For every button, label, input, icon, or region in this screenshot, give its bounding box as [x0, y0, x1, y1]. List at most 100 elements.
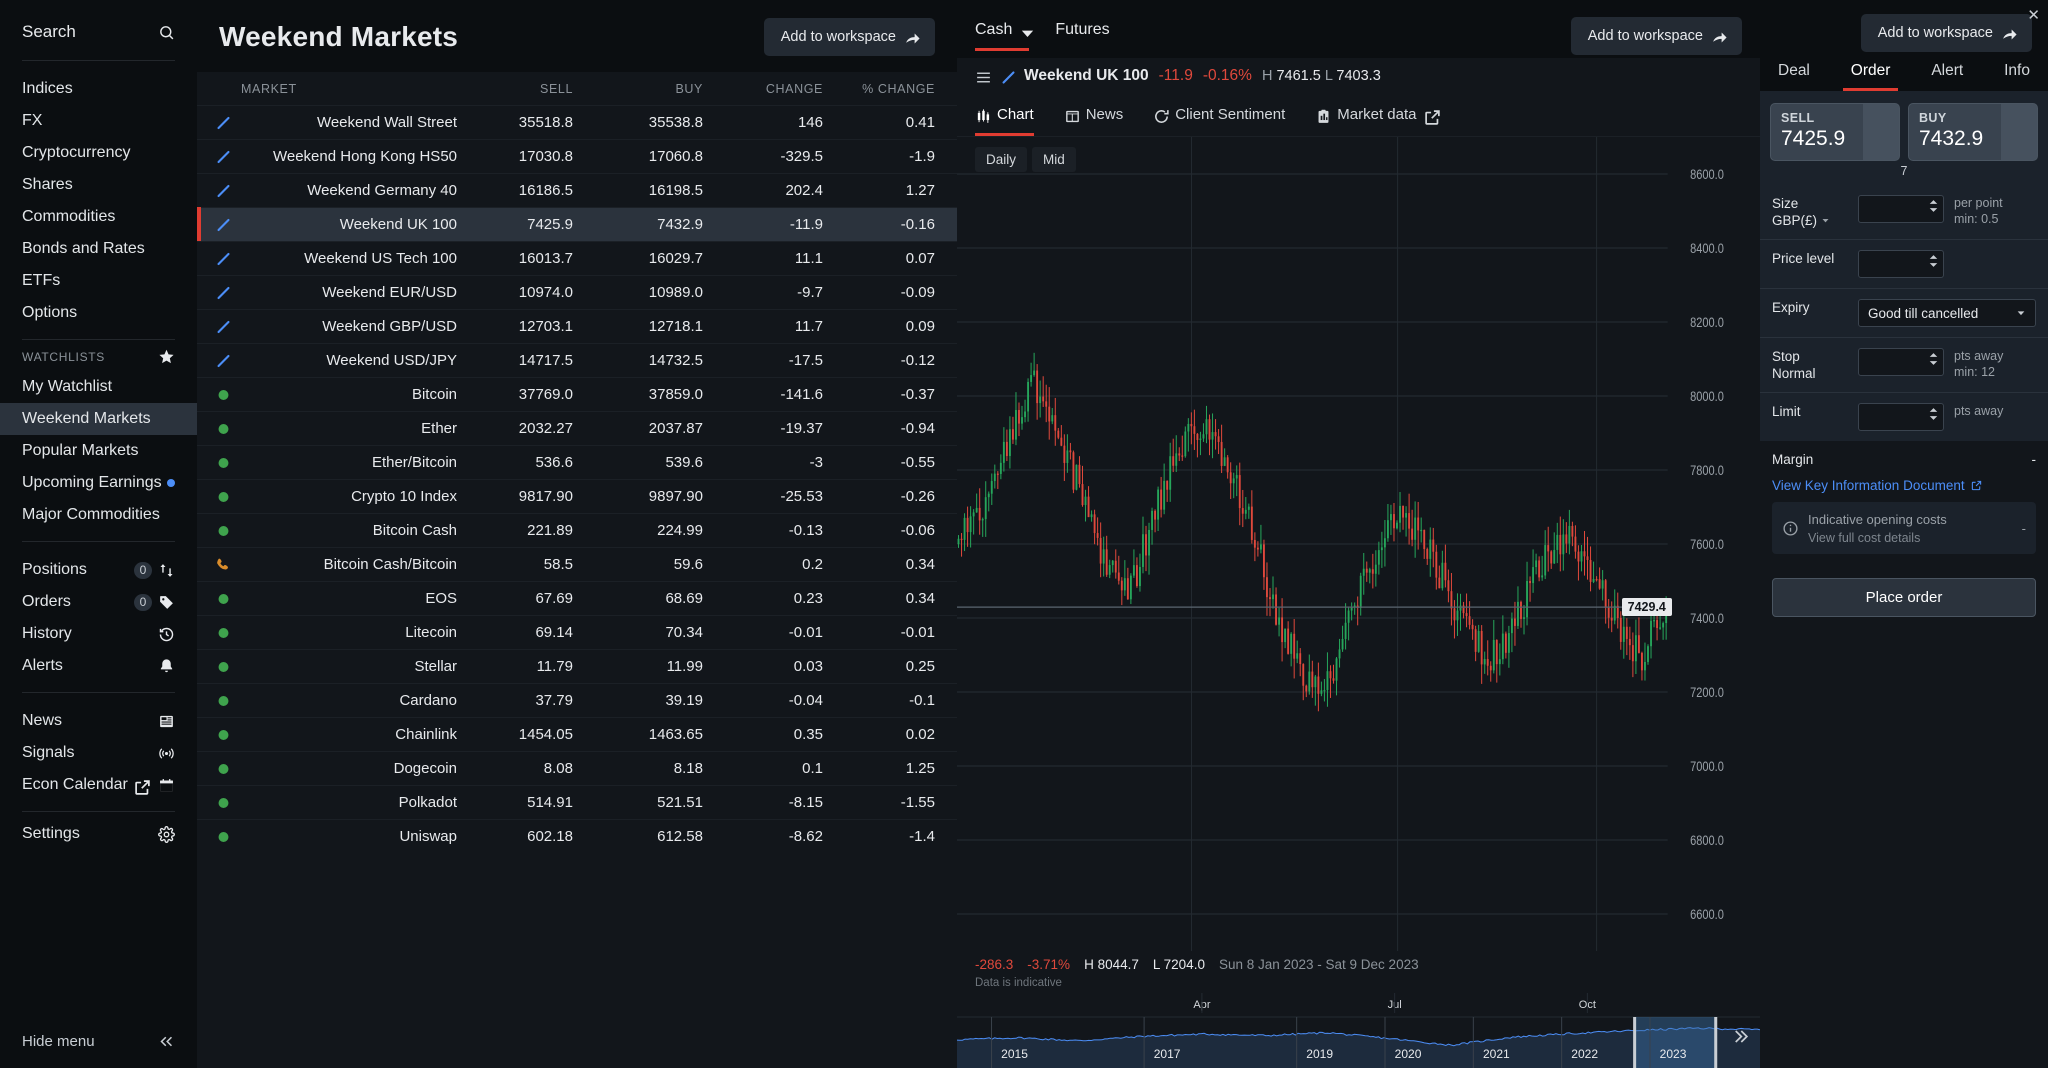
sidebar-item-news[interactable]: News	[0, 705, 197, 737]
market-name-cell[interactable]: Weekend EUR/USD	[197, 276, 457, 310]
market-name-cell[interactable]: Crypto 10 Index	[197, 480, 457, 514]
tab-cash[interactable]: Cash	[975, 21, 1029, 51]
hamburger-menu-icon[interactable]	[975, 69, 990, 84]
market-name-cell[interactable]: Cardano	[197, 684, 457, 718]
sidebar-item-econ-calendar[interactable]: Econ Calendar	[0, 769, 197, 801]
tab-futures[interactable]: Futures	[1055, 21, 1109, 51]
buy-cell[interactable]: 68.69	[587, 582, 717, 616]
sidebar-item-settings[interactable]: Settings	[0, 812, 197, 856]
sidebar-item-signals[interactable]: Signals	[0, 737, 197, 769]
market-name-cell[interactable]: Weekend Germany 40	[197, 174, 457, 208]
sell-cell[interactable]: 16013.7	[457, 242, 587, 276]
buy-cell[interactable]: 521.51	[587, 786, 717, 820]
buy-cell[interactable]: 12718.1	[587, 310, 717, 344]
key-information-document-link[interactable]: View Key Information Document	[1772, 467, 1982, 502]
column-header-sell[interactable]: SELL	[457, 72, 587, 106]
search-icon[interactable]	[158, 24, 175, 41]
buy-cell[interactable]: 35538.8	[587, 106, 717, 140]
table-row[interactable]: Dogecoin8.088.180.11.25	[197, 752, 957, 786]
sidebar-item-fx[interactable]: FX	[0, 105, 197, 137]
table-row[interactable]: Uniswap602.18612.58-8.62-1.4	[197, 820, 957, 854]
sell-cell[interactable]: 37.79	[457, 684, 587, 718]
sell-cell[interactable]: 10974.0	[457, 276, 587, 310]
price-level-stepper-arrows[interactable]	[1929, 254, 1938, 268]
market-name-cell[interactable]: Weekend UK 100	[197, 208, 457, 242]
table-row[interactable]: Cardano37.7939.19-0.04-0.1	[197, 684, 957, 718]
buy-price-button[interactable]: BUY 7432.9	[1908, 103, 2038, 161]
table-row[interactable]: Weekend GBP/USD12703.112718.111.70.09	[197, 310, 957, 344]
table-row[interactable]: Bitcoin Cash/Bitcoin58.559.60.20.34	[197, 548, 957, 582]
buy-cell[interactable]: 14732.5	[587, 344, 717, 378]
market-name-cell[interactable]: Polkadot	[197, 786, 457, 820]
sidebar-item-positions[interactable]: Positions 0	[0, 554, 197, 586]
sell-cell[interactable]: 602.18	[457, 820, 587, 854]
buy-cell[interactable]: 224.99	[587, 514, 717, 548]
sell-cell[interactable]: 8.08	[457, 752, 587, 786]
table-row[interactable]: Weekend EUR/USD10974.010989.0-9.7-0.09	[197, 276, 957, 310]
add-to-workspace-button-order[interactable]: Add to workspace	[1861, 14, 2032, 52]
sidebar-item-alerts[interactable]: Alerts	[0, 650, 197, 682]
sell-cell[interactable]: 9817.90	[457, 480, 587, 514]
sell-cell[interactable]: 1454.05	[457, 718, 587, 752]
expiry-select[interactable]: Good till cancelled	[1858, 299, 2036, 327]
table-row[interactable]: Weekend UK 1007425.97432.9-11.9-0.16	[197, 208, 957, 242]
chart-interval-button[interactable]: Daily	[975, 147, 1027, 172]
sidebar-item-commodities[interactable]: Commodities	[0, 201, 197, 233]
buy-cell[interactable]: 16029.7	[587, 242, 717, 276]
column-header-buy[interactable]: BUY	[587, 72, 717, 106]
opening-costs-subtitle[interactable]: View full cost details	[1808, 531, 2013, 545]
chart-canvas[interactable]: Daily Mid 8600.08400.08200.08000.07800.0…	[957, 137, 1760, 951]
buy-cell[interactable]: 8.18	[587, 752, 717, 786]
add-to-workspace-button-chart[interactable]: Add to workspace	[1571, 17, 1742, 55]
column-header-market[interactable]: MARKET	[197, 72, 457, 106]
buy-cell[interactable]: 16198.5	[587, 174, 717, 208]
market-name-cell[interactable]: Dogecoin	[197, 752, 457, 786]
buy-cell[interactable]: 7432.9	[587, 208, 717, 242]
market-name-cell[interactable]: Weekend Hong Kong HS50	[197, 140, 457, 174]
table-row[interactable]: Stellar11.7911.990.030.25	[197, 650, 957, 684]
price-level-input[interactable]	[1858, 250, 1944, 278]
sell-cell[interactable]: 221.89	[457, 514, 587, 548]
sell-cell[interactable]: 17030.8	[457, 140, 587, 174]
sell-cell[interactable]: 536.6	[457, 446, 587, 480]
limit-input[interactable]	[1858, 403, 1944, 431]
sidebar-item-major-commodities[interactable]: Major Commodities	[0, 499, 197, 531]
market-name-cell[interactable]: Ether	[197, 412, 457, 446]
buy-cell[interactable]: 10989.0	[587, 276, 717, 310]
market-name-cell[interactable]: Chainlink	[197, 718, 457, 752]
sidebar-item-indices[interactable]: Indices	[0, 73, 197, 105]
table-row[interactable]: Ether/Bitcoin536.6539.6-3-0.55	[197, 446, 957, 480]
buy-cell[interactable]: 39.19	[587, 684, 717, 718]
stop-input[interactable]	[1858, 348, 1944, 376]
table-row[interactable]: Polkadot514.91521.51-8.15-1.55	[197, 786, 957, 820]
sidebar-item-options[interactable]: Options	[0, 297, 197, 329]
tab-order[interactable]: Order	[1843, 52, 1899, 91]
hide-menu-button[interactable]: Hide menu	[0, 1019, 197, 1068]
tab-client-sentiment[interactable]: Client Sentiment	[1153, 94, 1285, 136]
chart-range-navigator[interactable]: AprJulOct2015201720192020202120222023	[957, 993, 1760, 1068]
table-row[interactable]: Weekend Wall Street35518.835538.81460.41	[197, 106, 957, 140]
buy-cell[interactable]: 612.58	[587, 820, 717, 854]
sell-cell[interactable]: 37769.0	[457, 378, 587, 412]
sell-cell[interactable]: 58.5	[457, 548, 587, 582]
buy-cell[interactable]: 17060.8	[587, 140, 717, 174]
tab-news[interactable]: News	[1064, 94, 1124, 136]
chevron-down-icon[interactable]	[1019, 25, 1029, 35]
sidebar-item-shares[interactable]: Shares	[0, 169, 197, 201]
sidebar-item-cryptocurrency[interactable]: Cryptocurrency	[0, 137, 197, 169]
buy-cell[interactable]: 70.34	[587, 616, 717, 650]
table-row[interactable]: EOS67.6968.690.230.34	[197, 582, 957, 616]
sell-cell[interactable]: 12703.1	[457, 310, 587, 344]
size-input[interactable]	[1858, 195, 1944, 223]
market-name-cell[interactable]: Weekend GBP/USD	[197, 310, 457, 344]
market-name-cell[interactable]: EOS	[197, 582, 457, 616]
sell-cell[interactable]: 14717.5	[457, 344, 587, 378]
chart-pricetype-button[interactable]: Mid	[1032, 147, 1076, 172]
table-row[interactable]: Chainlink1454.051463.650.350.02	[197, 718, 957, 752]
sell-cell[interactable]: 2032.27	[457, 412, 587, 446]
tab-deal[interactable]: Deal	[1770, 52, 1818, 91]
market-name-cell[interactable]: Weekend Wall Street	[197, 106, 457, 140]
table-row[interactable]: Crypto 10 Index9817.909897.90-25.53-0.26	[197, 480, 957, 514]
market-name-cell[interactable]: Litecoin	[197, 616, 457, 650]
table-row[interactable]: Weekend US Tech 10016013.716029.711.10.0…	[197, 242, 957, 276]
